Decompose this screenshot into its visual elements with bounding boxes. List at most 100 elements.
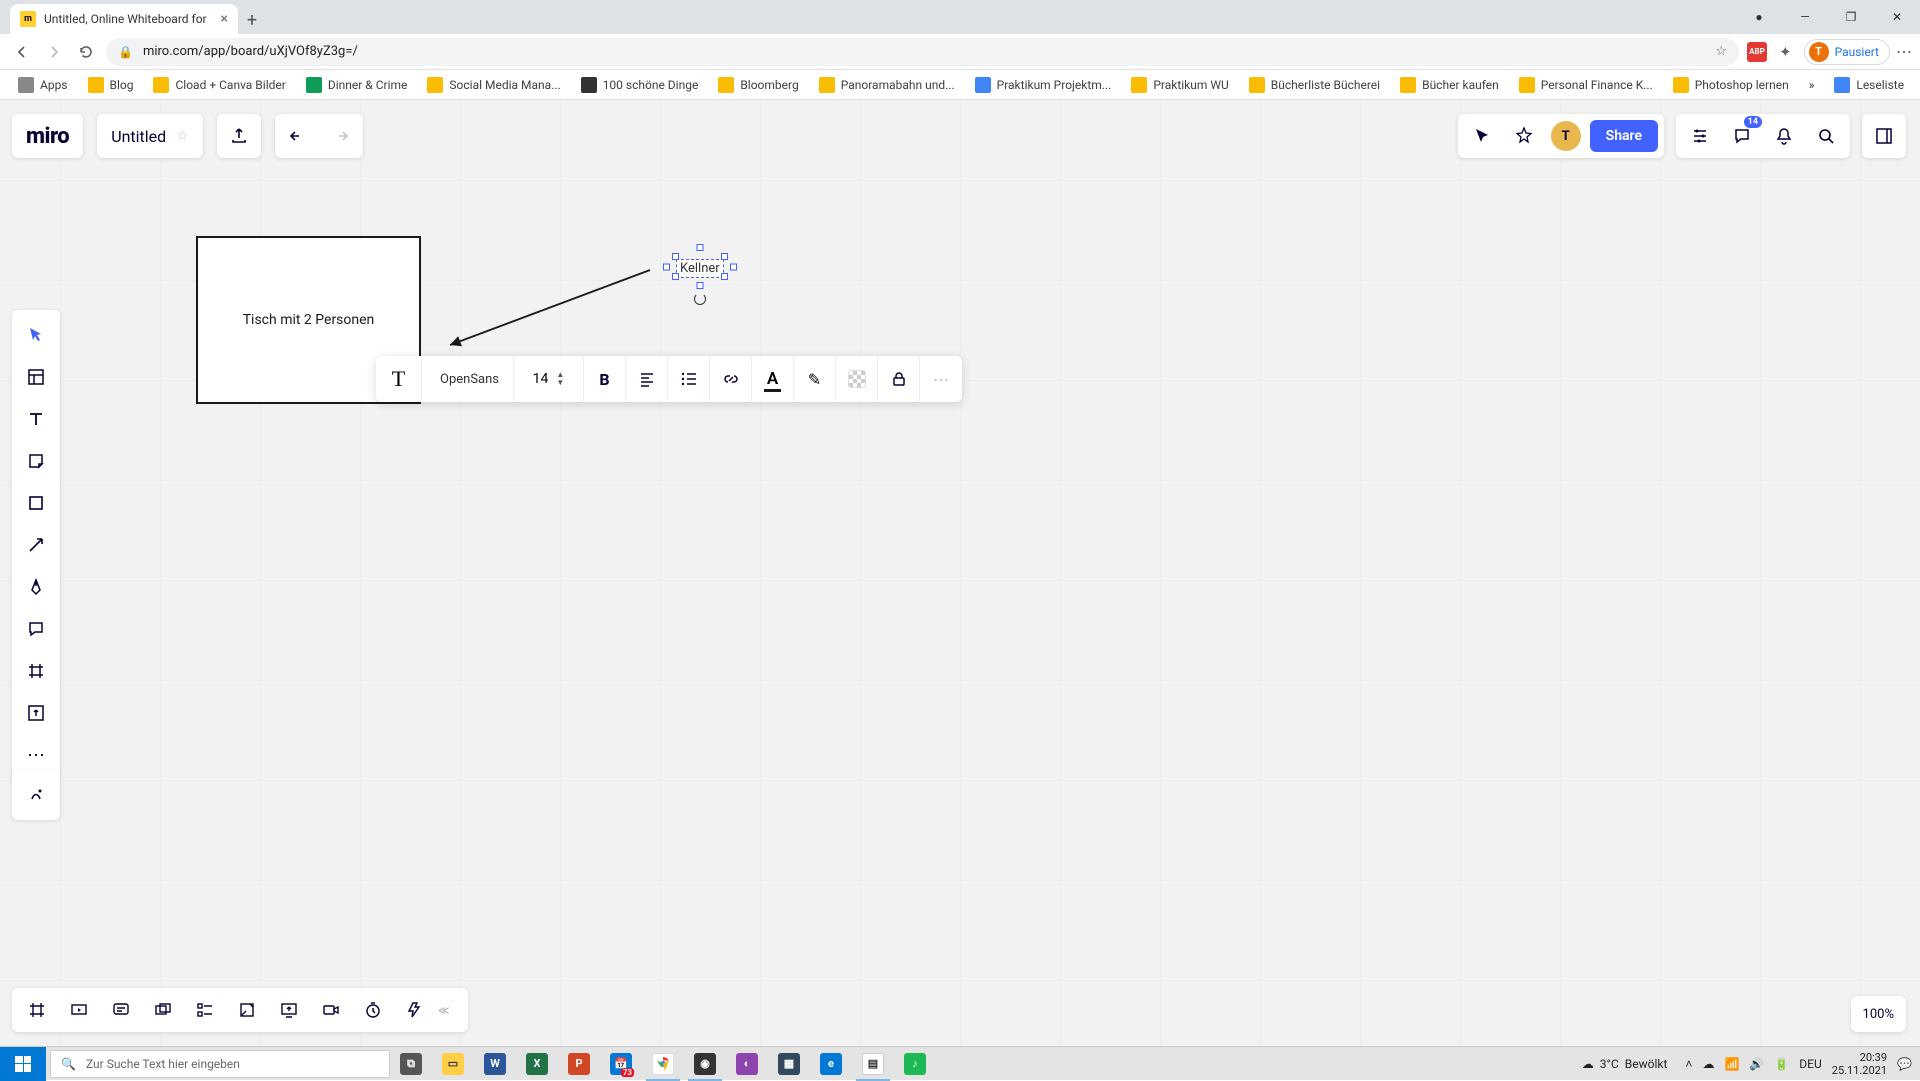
rectangle-text: Tisch mit 2 Personen bbox=[243, 312, 375, 328]
minimize-button[interactable]: ― bbox=[1782, 0, 1828, 34]
bookmarks-overflow-icon[interactable]: » bbox=[1801, 78, 1823, 92]
bookmark-star-icon[interactable]: ☆ bbox=[1715, 44, 1727, 59]
align-button[interactable] bbox=[626, 356, 668, 402]
powerpoint-icon[interactable]: P bbox=[558, 1047, 600, 1081]
action-center-icon[interactable]: 💬 bbox=[1897, 1057, 1912, 1071]
notepad-icon[interactable]: ▤ bbox=[852, 1047, 894, 1081]
bookmark-item[interactable]: Blog bbox=[80, 73, 142, 97]
explorer-icon[interactable]: ▭ bbox=[432, 1047, 474, 1081]
bookmark-item[interactable]: 100 schöne Dinge bbox=[573, 73, 707, 97]
spotify-icon[interactable]: ♪ bbox=[894, 1047, 936, 1081]
folder-icon bbox=[427, 77, 443, 93]
folder-icon bbox=[153, 77, 169, 93]
obs-icon[interactable]: ◉ bbox=[684, 1047, 726, 1081]
bookmark-item[interactable]: Bücher kaufen bbox=[1392, 73, 1507, 97]
text-color-button[interactable]: A bbox=[752, 356, 794, 402]
maximize-button[interactable]: ❐ bbox=[1828, 0, 1874, 34]
onedrive-icon[interactable]: ☁ bbox=[1702, 1057, 1714, 1071]
weather-widget[interactable]: ☁ 3°C Bewölkt bbox=[1582, 1057, 1668, 1071]
folder-icon bbox=[819, 77, 835, 93]
url-input[interactable]: 🔒 miro.com/app/board/uXjVOf8yZ3g=/ ☆ bbox=[106, 38, 1739, 66]
canvas-arrow[interactable] bbox=[440, 265, 660, 355]
miro-favicon: m bbox=[20, 11, 36, 27]
language-indicator[interactable]: DEU bbox=[1799, 1057, 1821, 1071]
window-controls: ● ― ❐ ✕ bbox=[1736, 0, 1920, 34]
folder-icon bbox=[1131, 77, 1147, 93]
profile-chip[interactable]: T Pausiert bbox=[1804, 39, 1890, 65]
system-tray: ☁ 3°C Bewölkt ˄ ☁ 📶 🔊 🔋 DEU 20:39 25.11.… bbox=[1582, 1051, 1920, 1077]
bookmark-apps[interactable]: Apps bbox=[10, 73, 76, 97]
tab-title: Untitled, Online Whiteboard for bbox=[44, 12, 207, 26]
excel-icon[interactable]: X bbox=[516, 1047, 558, 1081]
reading-list-button[interactable]: Leseliste bbox=[1826, 77, 1912, 93]
clock[interactable]: 20:39 25.11.2021 bbox=[1832, 1051, 1887, 1077]
folder-icon bbox=[718, 77, 734, 93]
close-window-button[interactable]: ✕ bbox=[1874, 0, 1920, 34]
browser-tab[interactable]: m Untitled, Online Whiteboard for × bbox=[10, 4, 238, 34]
more-options-button[interactable]: ⋯ bbox=[920, 356, 962, 402]
lock-button[interactable] bbox=[878, 356, 920, 402]
bookmark-item[interactable]: Praktikum WU bbox=[1123, 73, 1236, 97]
bookmark-item[interactable]: Social Media Mana... bbox=[419, 73, 568, 97]
selected-text-object[interactable]: Kellner bbox=[676, 257, 724, 276]
tray-chevron-icon[interactable]: ˄ bbox=[1685, 1057, 1692, 1071]
edge-icon[interactable]: e bbox=[810, 1047, 852, 1081]
list-button[interactable] bbox=[668, 356, 710, 402]
type-picker[interactable]: T bbox=[376, 356, 422, 402]
new-tab-button[interactable]: + bbox=[238, 6, 266, 34]
battery-icon[interactable]: 🔋 bbox=[1774, 1057, 1789, 1071]
bookmark-item[interactable]: Dinner & Crime bbox=[298, 73, 416, 97]
text-content[interactable]: Kellner bbox=[676, 259, 724, 278]
bookmark-item[interactable]: Bücherliste Bücherei bbox=[1241, 73, 1388, 97]
reading-list-icon bbox=[1834, 77, 1850, 93]
close-tab-icon[interactable]: × bbox=[221, 11, 228, 27]
bookmark-item[interactable]: Cload + Canva Bilder bbox=[145, 73, 293, 97]
app-icon[interactable]: ◐ bbox=[726, 1047, 768, 1081]
rotate-handle-icon[interactable] bbox=[694, 293, 706, 305]
profile-status: Pausiert bbox=[1835, 45, 1879, 59]
bold-button[interactable]: B bbox=[584, 356, 626, 402]
bookmark-item[interactable]: Bloomberg bbox=[710, 73, 806, 97]
bookmark-item[interactable]: Panoramabahn und... bbox=[811, 73, 963, 97]
browser-address-bar: 🔒 miro.com/app/board/uXjVOf8yZ3g=/ ☆ ABP… bbox=[0, 34, 1920, 70]
task-view-icon[interactable]: ⧉ bbox=[390, 1047, 432, 1081]
start-button[interactable] bbox=[0, 1047, 46, 1081]
folder-icon bbox=[1519, 77, 1535, 93]
text-format-bar: T OpenSans 14 ▲▼ B A ✎ ⋯ bbox=[376, 356, 962, 402]
word-icon[interactable]: W bbox=[474, 1047, 516, 1081]
font-size-input[interactable]: 14 ▲▼ bbox=[514, 356, 584, 402]
back-button[interactable] bbox=[10, 40, 34, 64]
taskbar-search[interactable]: 🔍 Zur Suche Text hier eingeben bbox=[50, 1050, 390, 1078]
app-icon[interactable]: ▦ bbox=[768, 1047, 810, 1081]
fill-color-button[interactable] bbox=[836, 356, 878, 402]
folder-icon bbox=[88, 77, 104, 93]
apps-icon bbox=[18, 77, 34, 93]
sync-dot-icon[interactable]: ● bbox=[1736, 0, 1782, 34]
volume-icon[interactable]: 🔊 bbox=[1749, 1057, 1764, 1071]
folder-icon bbox=[1249, 77, 1265, 93]
abp-extension-icon[interactable]: ABP bbox=[1747, 42, 1767, 62]
bookmarks-bar: Apps Blog Cload + Canva Bilder Dinner & … bbox=[0, 70, 1920, 100]
search-placeholder: Zur Suche Text hier eingeben bbox=[86, 1057, 240, 1071]
site-icon bbox=[975, 77, 991, 93]
bookmark-item[interactable]: Praktikum Projektm... bbox=[967, 73, 1120, 97]
font-family-select[interactable]: OpenSans bbox=[422, 356, 514, 402]
highlight-button[interactable]: ✎ bbox=[794, 356, 836, 402]
calendar-icon[interactable]: 73📅 bbox=[600, 1047, 642, 1081]
profile-avatar: T bbox=[1809, 42, 1829, 62]
folder-icon bbox=[1400, 77, 1416, 93]
extensions-icon[interactable]: ✦ bbox=[1779, 43, 1792, 61]
canvas[interactable]: Tisch mit 2 Personen Kellner bbox=[0, 100, 1920, 1046]
bookmark-item[interactable]: Personal Finance K... bbox=[1511, 73, 1661, 97]
windows-logo-icon bbox=[15, 1056, 31, 1072]
reload-button[interactable] bbox=[74, 40, 98, 64]
size-stepper[interactable]: ▲▼ bbox=[556, 371, 564, 387]
site-icon bbox=[306, 77, 322, 93]
chrome-icon[interactable] bbox=[642, 1047, 684, 1081]
wifi-icon[interactable]: 📶 bbox=[1724, 1057, 1739, 1071]
browser-tab-bar: m Untitled, Online Whiteboard for × + ● … bbox=[0, 0, 1920, 34]
chrome-menu-icon[interactable]: ⋮ bbox=[1902, 44, 1906, 60]
bookmark-item[interactable]: Photoshop lernen bbox=[1665, 73, 1797, 97]
forward-button[interactable] bbox=[42, 40, 66, 64]
link-button[interactable] bbox=[710, 356, 752, 402]
